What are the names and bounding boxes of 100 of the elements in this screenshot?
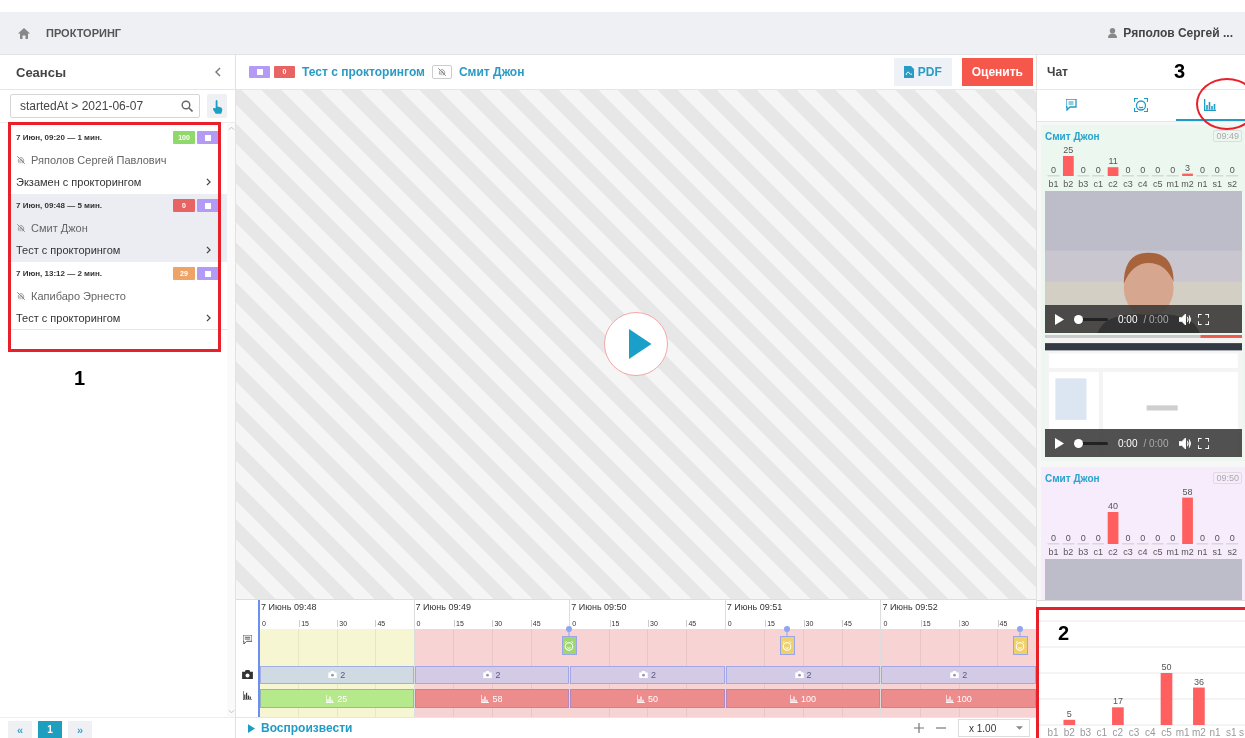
value-label: 0 — [1229, 533, 1235, 543]
student-link[interactable]: Смит Джон — [458, 64, 525, 79]
minute-label: 7 Июнь 09:52 — [882, 602, 939, 613]
screenshot-count-bar[interactable]: 2 — [414, 665, 570, 684]
search-icon[interactable] — [181, 100, 193, 112]
student-name: Смит Джон — [1045, 472, 1100, 484]
volume-icon[interactable] — [1178, 313, 1192, 325]
category-label: c5 — [1153, 179, 1163, 189]
camera-icon — [950, 671, 960, 679]
slider-thumb[interactable] — [1074, 438, 1083, 448]
category-label: b1 — [1048, 547, 1059, 557]
play-link[interactable]: Воспроизвести — [248, 721, 353, 735]
chevron-right-icon[interactable] — [206, 246, 211, 254]
score-bar[interactable]: 100 — [881, 689, 1036, 709]
play-icon — [248, 723, 255, 733]
zoom-in-icon[interactable] — [914, 723, 924, 733]
screenshot-count-bar[interactable]: 2 — [570, 665, 725, 684]
seek-slider[interactable] — [1074, 314, 1108, 324]
session-time: 7 Июн, 09:48 — 5 мин. — [16, 201, 103, 210]
category-label: n1 — [1197, 547, 1208, 557]
test-link[interactable]: Тест с прокторингом — [302, 64, 425, 79]
crossed-fingerprint-icon — [16, 223, 26, 233]
timeline-pin[interactable] — [784, 626, 791, 637]
value-label: 0 — [1050, 533, 1056, 543]
fullscreen-icon[interactable] — [1197, 313, 1209, 325]
value-label: 0 — [1050, 165, 1056, 175]
category-label: b3 — [1078, 179, 1089, 189]
annotation-number: 1 — [74, 367, 86, 390]
value-label: 36 — [1193, 676, 1204, 687]
value-label: 25 — [1063, 145, 1074, 155]
category-label: s1 — [1212, 179, 1223, 189]
screenshot-count-bar[interactable]: 2 — [260, 665, 414, 684]
session-time: 7 Июн, 09:20 — 1 мин. — [16, 133, 103, 142]
category-label: b2 — [1063, 547, 1074, 557]
category-label: c4 — [1138, 179, 1148, 189]
rate-button[interactable]: Оценить — [961, 57, 1033, 86]
bar-chart-icon — [945, 694, 954, 703]
touch-button[interactable] — [207, 94, 227, 118]
chevron-right-icon[interactable] — [206, 178, 211, 186]
status-badge — [249, 65, 270, 78]
previous-page-button[interactable]: « — [8, 721, 32, 738]
value-label: 0 — [1125, 165, 1131, 175]
panel-title: Сеансы — [16, 64, 67, 80]
pdf-button[interactable]: PDF — [893, 57, 952, 86]
screenshot-count-bar[interactable]: 2 — [725, 665, 881, 684]
value-label: 5 — [1066, 708, 1072, 719]
bar-chart-icon — [326, 694, 335, 703]
collapse-icon[interactable] — [215, 67, 221, 77]
value-label: 0 — [1095, 533, 1101, 543]
slider-thumb[interactable] — [1074, 314, 1083, 324]
score-bar[interactable]: 100 — [725, 689, 881, 709]
play-icon[interactable] — [1055, 437, 1064, 449]
total-time: / 0:00 — [1143, 437, 1169, 449]
value-label: 0 — [1140, 165, 1146, 175]
seek-slider[interactable] — [1074, 438, 1108, 448]
value-label: 17 — [1112, 696, 1123, 707]
next-page-button[interactable]: » — [68, 721, 92, 738]
value-label: 3 — [1185, 162, 1191, 173]
category-label: b2 — [1063, 727, 1075, 738]
student-name: Капибаро Эрнесто — [31, 290, 126, 302]
value-label: 0 — [1065, 533, 1071, 543]
category-label: b3 — [1078, 547, 1089, 557]
crossed-fingerprint-icon — [16, 155, 26, 165]
timeline-pin[interactable] — [1017, 626, 1024, 637]
play-icon — [626, 329, 652, 360]
volume-icon[interactable] — [1178, 437, 1192, 449]
page-button[interactable]: 1 — [38, 721, 62, 738]
score-bar[interactable]: 50 — [570, 689, 725, 709]
category-label: m2 — [1191, 727, 1206, 738]
annotation-number: 2 — [1058, 622, 1070, 645]
category-label: s2 — [1227, 547, 1237, 557]
crossed-fingerprint-icon — [16, 291, 26, 301]
play-button[interactable] — [604, 312, 668, 377]
value-label: 40 — [1108, 501, 1119, 511]
value-label: 50 — [1161, 662, 1172, 672]
timeline-pin[interactable] — [566, 626, 573, 637]
user-name[interactable]: Ряполов Сергей ... — [1123, 26, 1233, 40]
play-icon[interactable] — [1055, 313, 1064, 325]
fullscreen-icon[interactable] — [1197, 437, 1209, 449]
speed-select[interactable]: x 1.00 — [958, 719, 1030, 737]
chevron-right-icon[interactable] — [206, 314, 211, 322]
face-scan-icon — [1134, 97, 1148, 112]
value-label: 0 — [1199, 165, 1205, 175]
screenshot-count-bar[interactable]: 2 — [881, 665, 1036, 684]
filter-field[interactable]: startedAt > 2021-06-07 — [10, 94, 200, 118]
category-label: c3 — [1128, 727, 1140, 738]
fingerprint-toggle[interactable] — [431, 64, 452, 79]
category-label: m1 — [1175, 727, 1190, 738]
score-bar[interactable]: 58 — [414, 689, 570, 709]
current-time: 0:00 — [1118, 437, 1138, 449]
home-icon[interactable] — [18, 27, 30, 39]
category-label: c4 — [1138, 547, 1148, 557]
minute-label: 7 Июнь 09:48 — [261, 602, 318, 613]
category-label: c1 — [1096, 727, 1107, 738]
test-name: Тест с прокторингом — [16, 244, 121, 256]
value-label: 0 — [1229, 165, 1235, 175]
minute-label: 7 Июнь 09:51 — [726, 602, 784, 613]
category-label: c2 — [1108, 547, 1118, 557]
category-label: m2 — [1181, 179, 1194, 189]
category-label: b2 — [1063, 179, 1074, 189]
